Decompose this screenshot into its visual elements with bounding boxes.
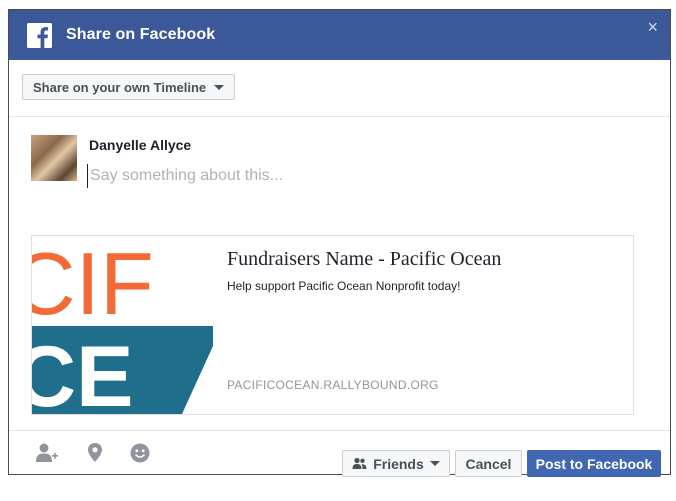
link-preview-image: CIF CE xyxy=(32,236,213,414)
preview-image-text-bottom: CE xyxy=(32,329,133,414)
dialog-footer: Friends Cancel Post to Facebook xyxy=(9,430,670,477)
share-dialog: Share on Facebook × Share on your own Ti… xyxy=(8,9,671,477)
preview-description: Help support Pacific Ocean Nonprofit tod… xyxy=(227,279,461,293)
emoji-icon[interactable] xyxy=(129,442,151,464)
preview-title: Fundraisers Name - Pacific Ocean xyxy=(227,248,502,270)
location-icon[interactable] xyxy=(85,442,107,464)
post-to-facebook-button[interactable]: Post to Facebook xyxy=(527,450,661,477)
user-name: Danyelle Allyce xyxy=(89,137,192,153)
share-destination-label: Share on your own Timeline xyxy=(33,79,207,95)
chevron-down-icon xyxy=(429,461,440,466)
preview-url: PACIFICOCEAN.RALLYBOUND.ORG xyxy=(227,378,439,392)
share-destination-dropdown[interactable]: Share on your own Timeline xyxy=(22,74,236,100)
audience-label: Friends xyxy=(373,455,424,472)
tag-friends-icon[interactable] xyxy=(35,442,58,464)
dialog-header: Share on Facebook × xyxy=(9,10,670,60)
facebook-logo-icon xyxy=(27,23,52,48)
avatar xyxy=(31,135,77,181)
friends-icon xyxy=(352,457,367,469)
close-icon[interactable]: × xyxy=(647,18,658,36)
audience-selector-bar: Share on your own Timeline xyxy=(9,60,670,117)
audience-friends-button[interactable]: Friends xyxy=(342,450,450,477)
link-preview-card[interactable]: CIF CE Fundraisers Name - Pacific Ocean … xyxy=(31,235,634,415)
cancel-button[interactable]: Cancel xyxy=(455,450,522,477)
chevron-down-icon xyxy=(214,84,225,90)
dialog-title: Share on Facebook xyxy=(66,26,216,43)
preview-image-text-top: CIF xyxy=(32,236,154,333)
status-input[interactable] xyxy=(87,164,630,188)
